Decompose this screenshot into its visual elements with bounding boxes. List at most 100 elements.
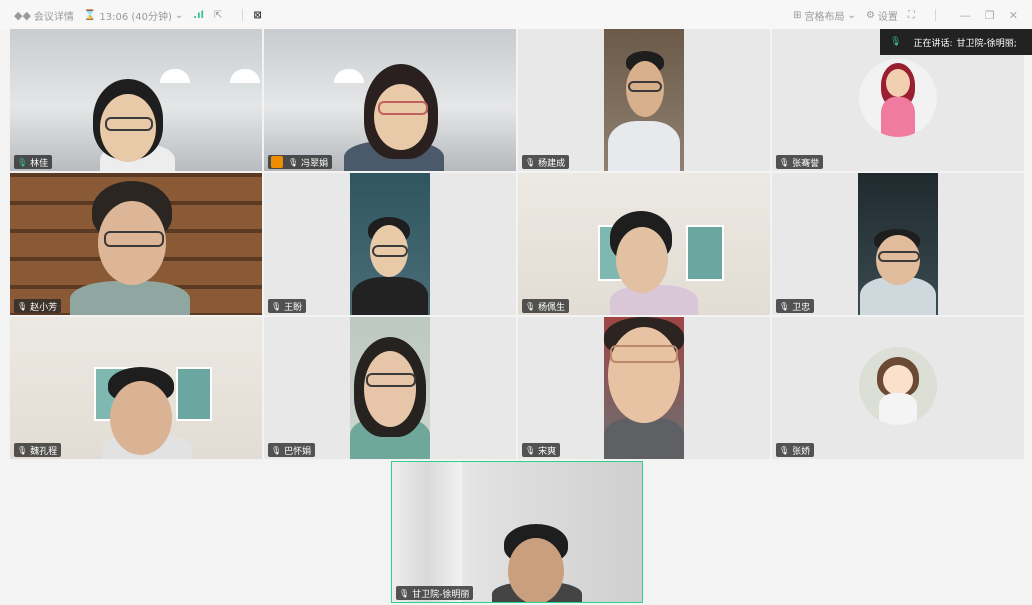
video-tile[interactable]: 🎙 宋爽	[518, 317, 770, 459]
participant-nametag: 🎙 甘卫院-徐明丽	[396, 586, 474, 600]
glasses	[628, 81, 662, 92]
video-tile[interactable]: 🎙 王盼	[264, 173, 516, 315]
microphone-icon: 🎙	[890, 37, 902, 47]
participant-nametag: 🎙 魏孔程	[14, 443, 62, 457]
video-tile[interactable]: 🎙 林佳	[10, 29, 262, 171]
microphone-off-icon: 🎙	[779, 445, 790, 455]
participant-nametag: 🎙 赵小芳	[14, 299, 62, 313]
signal-icon: .ıl	[193, 9, 204, 21]
video-stream	[350, 317, 430, 459]
avatar-face	[883, 365, 913, 395]
person-face	[616, 227, 668, 293]
video-tile[interactable]: 🎙 冯翠娟	[264, 29, 516, 171]
avatar-body	[881, 97, 915, 137]
participant-nametag: 🎙 冯翠娟	[268, 155, 333, 169]
participant-nametag: 🎙 林佳	[14, 155, 53, 169]
participant-name: 甘卫院-徐明丽	[412, 589, 470, 600]
participant-name: 杨建成	[538, 158, 566, 169]
person-face	[508, 538, 564, 602]
settings-label: 设置	[877, 11, 898, 23]
person-body	[608, 121, 680, 171]
microphone-off-icon: 🎙	[525, 301, 536, 311]
chevron-down-icon: ⌄	[174, 9, 184, 21]
video-stream	[604, 29, 684, 171]
host-badge-icon	[271, 156, 283, 168]
microphone-icon: 🎙	[288, 157, 299, 167]
gear-icon: ⚙	[865, 9, 875, 21]
restore-button[interactable]: ❐	[985, 9, 995, 22]
chevron-down-icon: ⌄	[847, 9, 856, 21]
participant-nametag: 🎙 卫忠	[776, 299, 815, 313]
microphone-off-icon: 🎙	[779, 157, 790, 167]
person-face	[364, 351, 416, 427]
participant-name: 张娇	[792, 446, 811, 457]
meeting-logo-icon: ◆◆	[14, 8, 31, 22]
avatar-body	[879, 393, 917, 425]
meeting-timer[interactable]: ⌛ 13:06 (40分钟) ⌄	[84, 8, 183, 23]
participant-name: 魏孔程	[30, 446, 58, 457]
microphone-off-icon: 🎙	[17, 445, 28, 455]
participant-nametag: 🎙 张骞誉	[776, 155, 824, 169]
microphone-off-icon: 🎙	[525, 445, 536, 455]
glasses	[372, 245, 408, 257]
participant-name: 张骞誉	[792, 158, 820, 169]
video-stream	[604, 317, 684, 459]
wall-painting	[686, 225, 724, 281]
microphone-off-icon: 🎙	[779, 301, 790, 311]
video-tile[interactable]: 🎙 杨佩生	[518, 173, 770, 315]
fullscreen-button[interactable]: ⛶	[908, 10, 915, 21]
video-tile[interactable]: 🎙 魏孔程	[10, 317, 262, 459]
participant-nametag: 🎙 杨佩生	[522, 299, 570, 313]
video-tile[interactable]: 🎙 赵小芳	[10, 173, 262, 315]
video-tile[interactable]: 🎙 张娇	[772, 317, 1024, 459]
participant-nametag: 🎙 杨建成	[522, 155, 570, 169]
meeting-time: 13:06 (40分钟)	[99, 11, 172, 23]
person-body	[70, 281, 190, 315]
divider	[934, 9, 936, 21]
speaking-prefix: 正在讲话:	[913, 38, 953, 49]
signal-button[interactable]: .ıl	[193, 10, 204, 21]
layout-button[interactable]: ⊞ 宫格布局 ⌄	[793, 8, 856, 23]
avatar	[859, 59, 937, 137]
person-face	[110, 381, 172, 455]
grid-icon: ⊞	[793, 9, 802, 21]
divider	[242, 9, 244, 21]
person-body	[610, 285, 698, 315]
video-tile[interactable]: 🎙 卫忠	[772, 173, 1024, 315]
recording-button[interactable]: ⊠	[253, 10, 261, 21]
person-body	[352, 277, 428, 315]
microphone-off-icon: 🎙	[17, 301, 28, 311]
curtain	[392, 462, 462, 602]
settings-button[interactable]: ⚙ 设置	[866, 8, 898, 23]
video-tile[interactable]: 🎙 杨建成	[518, 29, 770, 171]
participant-name: 杨佩生	[538, 302, 566, 313]
close-button[interactable]: ✕	[1009, 9, 1018, 22]
microphone-icon: 🎙	[17, 157, 28, 167]
share-button[interactable]: ⇱	[214, 10, 222, 21]
title-bar: ◆◆ 会议详情 ⌛ 13:06 (40分钟) ⌄ .ıl ⇱ ⊠ ⊞ 宫格布局 …	[0, 0, 1032, 30]
glasses	[366, 373, 416, 387]
meeting-details-button[interactable]: ◆◆ 会议详情	[14, 8, 74, 23]
avatar	[859, 347, 937, 425]
recording-off-icon: ⊠	[253, 9, 262, 21]
video-stream	[350, 173, 430, 315]
participant-nametag: 🎙 王盼	[268, 299, 307, 313]
participant-name: 巴怀娟	[284, 446, 312, 457]
speaking-name: 甘卫院-徐明丽;	[956, 38, 1017, 49]
wall-painting	[176, 367, 212, 421]
meeting-details-label: 会议详情	[33, 11, 74, 23]
fullscreen-icon: ⛶	[907, 9, 915, 21]
participant-name: 宋爽	[538, 446, 557, 457]
participant-nametag: 🎙 张娇	[776, 443, 815, 457]
avatar-face	[886, 69, 910, 97]
participant-name: 赵小芳	[30, 302, 58, 313]
glasses	[610, 345, 678, 363]
participant-name: 王盼	[284, 302, 303, 313]
person-body	[604, 417, 684, 459]
active-speaker-tile[interactable]: 🎙 甘卫院-徐明丽	[391, 461, 643, 603]
video-tile[interactable]: 🎙 巴怀娟	[264, 317, 516, 459]
layout-label: 宫格布局	[804, 11, 845, 23]
speaking-indicator: 🎙 正在讲话: 甘卫院-徐明丽;	[880, 29, 1032, 55]
glasses	[105, 117, 153, 131]
minimize-button[interactable]: —	[960, 9, 971, 22]
